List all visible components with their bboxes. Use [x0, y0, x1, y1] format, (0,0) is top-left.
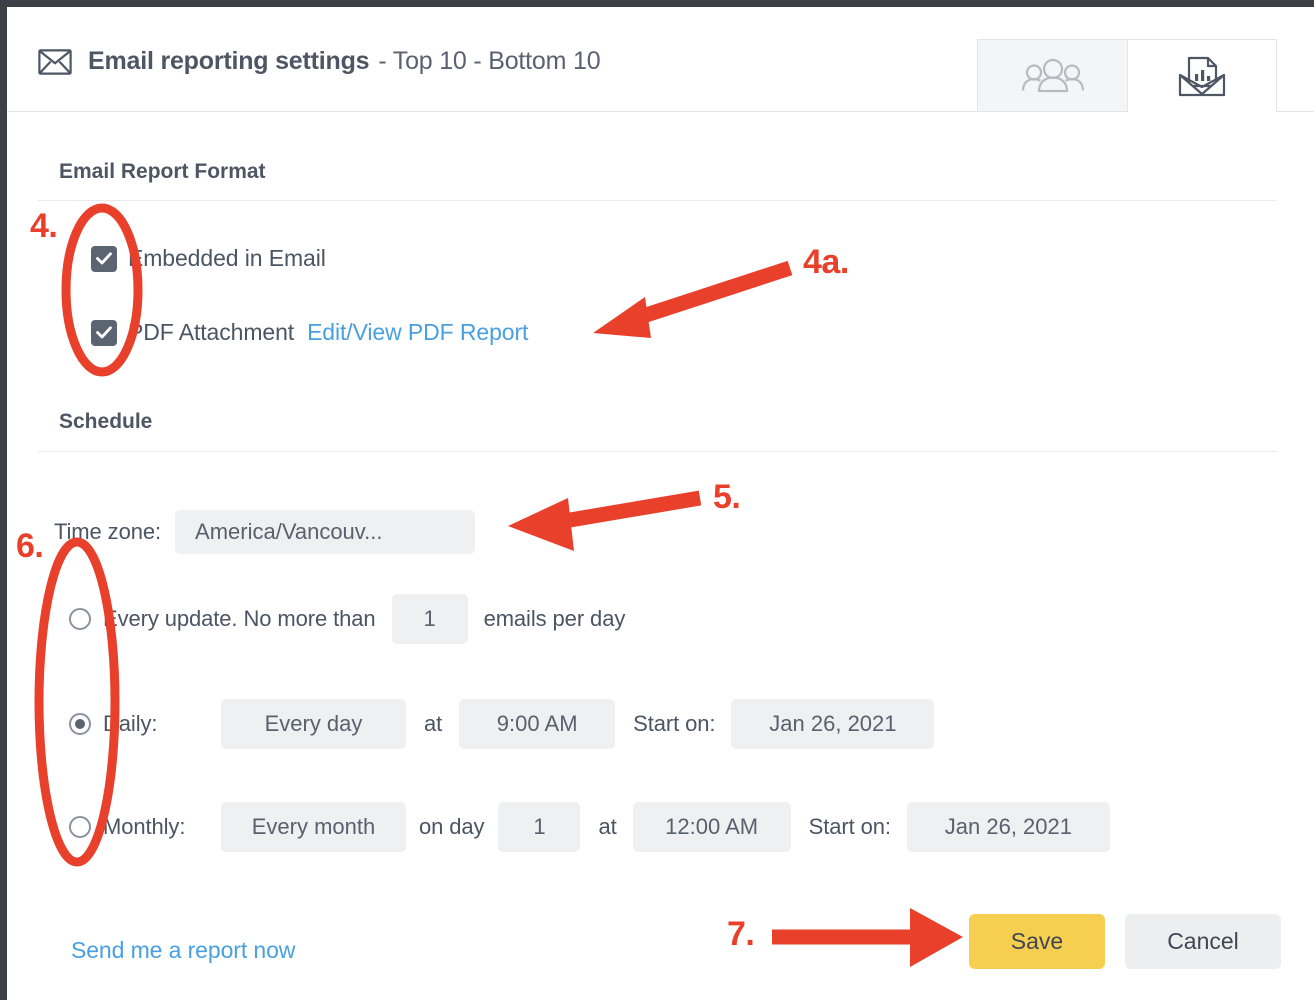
annotation-label-6: 6.	[16, 527, 44, 565]
timezone-row: Time zone: America/Vancouv...	[54, 510, 476, 554]
recipients-tab[interactable]	[977, 39, 1127, 111]
cancel-button[interactable]: Cancel	[1125, 914, 1281, 969]
email-report-format-heading: Email Report Format	[59, 160, 266, 183]
every-update-label: Every update. No more than	[103, 606, 376, 631]
header-title-group: Email reporting settings - Top 10 - Bott…	[38, 47, 601, 76]
edit-view-pdf-report-link[interactable]: Edit/View PDF Report	[307, 319, 528, 346]
monthly-at-label: at	[598, 814, 617, 839]
embedded-in-email-label: Embedded in Email	[128, 245, 326, 271]
embedded-in-email-checkbox[interactable]	[91, 245, 117, 272]
timezone-select[interactable]: America/Vancouv...	[175, 510, 476, 554]
daily-at-label: at	[424, 711, 443, 736]
monthly-label: Monthly:	[103, 814, 186, 839]
dialog-header: Email reporting settings - Top 10 - Bott…	[7, 7, 1314, 112]
monthly-day-input[interactable]: 1	[498, 802, 581, 852]
daily-time-select[interactable]: 9:00 AM	[459, 699, 616, 749]
header-tabs	[977, 39, 1277, 112]
email-reporting-settings-dialog: Email reporting settings - Top 10 - Bott…	[0, 0, 1314, 1000]
schedule-heading: Schedule	[59, 410, 153, 433]
monthly-frequency-select[interactable]: Every month	[221, 802, 406, 852]
daily-frequency-select[interactable]: Every day	[221, 699, 406, 749]
monthly-start-date-input[interactable]: Jan 26, 2021	[906, 802, 1110, 852]
format-section-divider	[38, 200, 1276, 201]
monthly-start-on-label: Start on:	[808, 814, 891, 839]
every-update-row[interactable]: Every update. No more than 1 emails per …	[69, 594, 625, 644]
pdf-attachment-label: PDF Attachment	[128, 319, 295, 345]
report-settings-tab[interactable]	[1127, 39, 1277, 112]
dialog-body: Email reporting settings - Top 10 - Bott…	[7, 7, 1314, 1000]
daily-start-date-input[interactable]: Jan 26, 2021	[731, 699, 935, 749]
annotation-label-7: 7.	[727, 915, 755, 953]
max-emails-per-day-input[interactable]: 1	[391, 594, 468, 644]
annotation-label-5: 5.	[713, 478, 741, 516]
annotation-label-4: 4.	[30, 207, 58, 245]
page-title: Email reporting settings	[88, 47, 370, 75]
envelope-icon	[38, 48, 72, 75]
email-report-icon	[1178, 56, 1226, 96]
daily-radio[interactable]	[69, 713, 91, 735]
checkmark-icon	[96, 252, 112, 265]
daily-start-on-label: Start on:	[633, 711, 716, 736]
emails-per-day-label: emails per day	[483, 606, 626, 631]
monthly-row[interactable]: Monthly: Every month on day 1 at 12:00 A…	[69, 802, 1110, 852]
embedded-in-email-row[interactable]: Embedded in Email	[91, 245, 326, 272]
daily-label: Daily:	[103, 711, 158, 736]
monthly-radio[interactable]	[69, 816, 91, 838]
pdf-attachment-row[interactable]: PDF Attachment Edit/View PDF Report	[91, 319, 528, 346]
backdrop-left-strip	[0, 7, 7, 1000]
backdrop-top-strip	[0, 0, 1314, 7]
timezone-label: Time zone:	[54, 519, 162, 544]
monthly-on-day-label: on day	[419, 814, 485, 839]
schedule-section-divider	[38, 451, 1276, 452]
checkmark-icon	[96, 326, 112, 339]
page-subtitle: - Top 10 - Bottom 10	[378, 47, 601, 75]
send-report-now-link[interactable]: Send me a report now	[71, 937, 295, 964]
pdf-attachment-checkbox[interactable]	[91, 319, 117, 346]
people-group-icon	[1021, 58, 1084, 92]
monthly-time-select[interactable]: 12:00 AM	[632, 802, 791, 852]
daily-row[interactable]: Daily: Every day at 9:00 AM Start on: Ja…	[69, 699, 935, 749]
annotation-label-4a: 4a.	[803, 243, 849, 281]
every-update-radio[interactable]	[69, 608, 91, 630]
save-button[interactable]: Save	[969, 914, 1105, 969]
